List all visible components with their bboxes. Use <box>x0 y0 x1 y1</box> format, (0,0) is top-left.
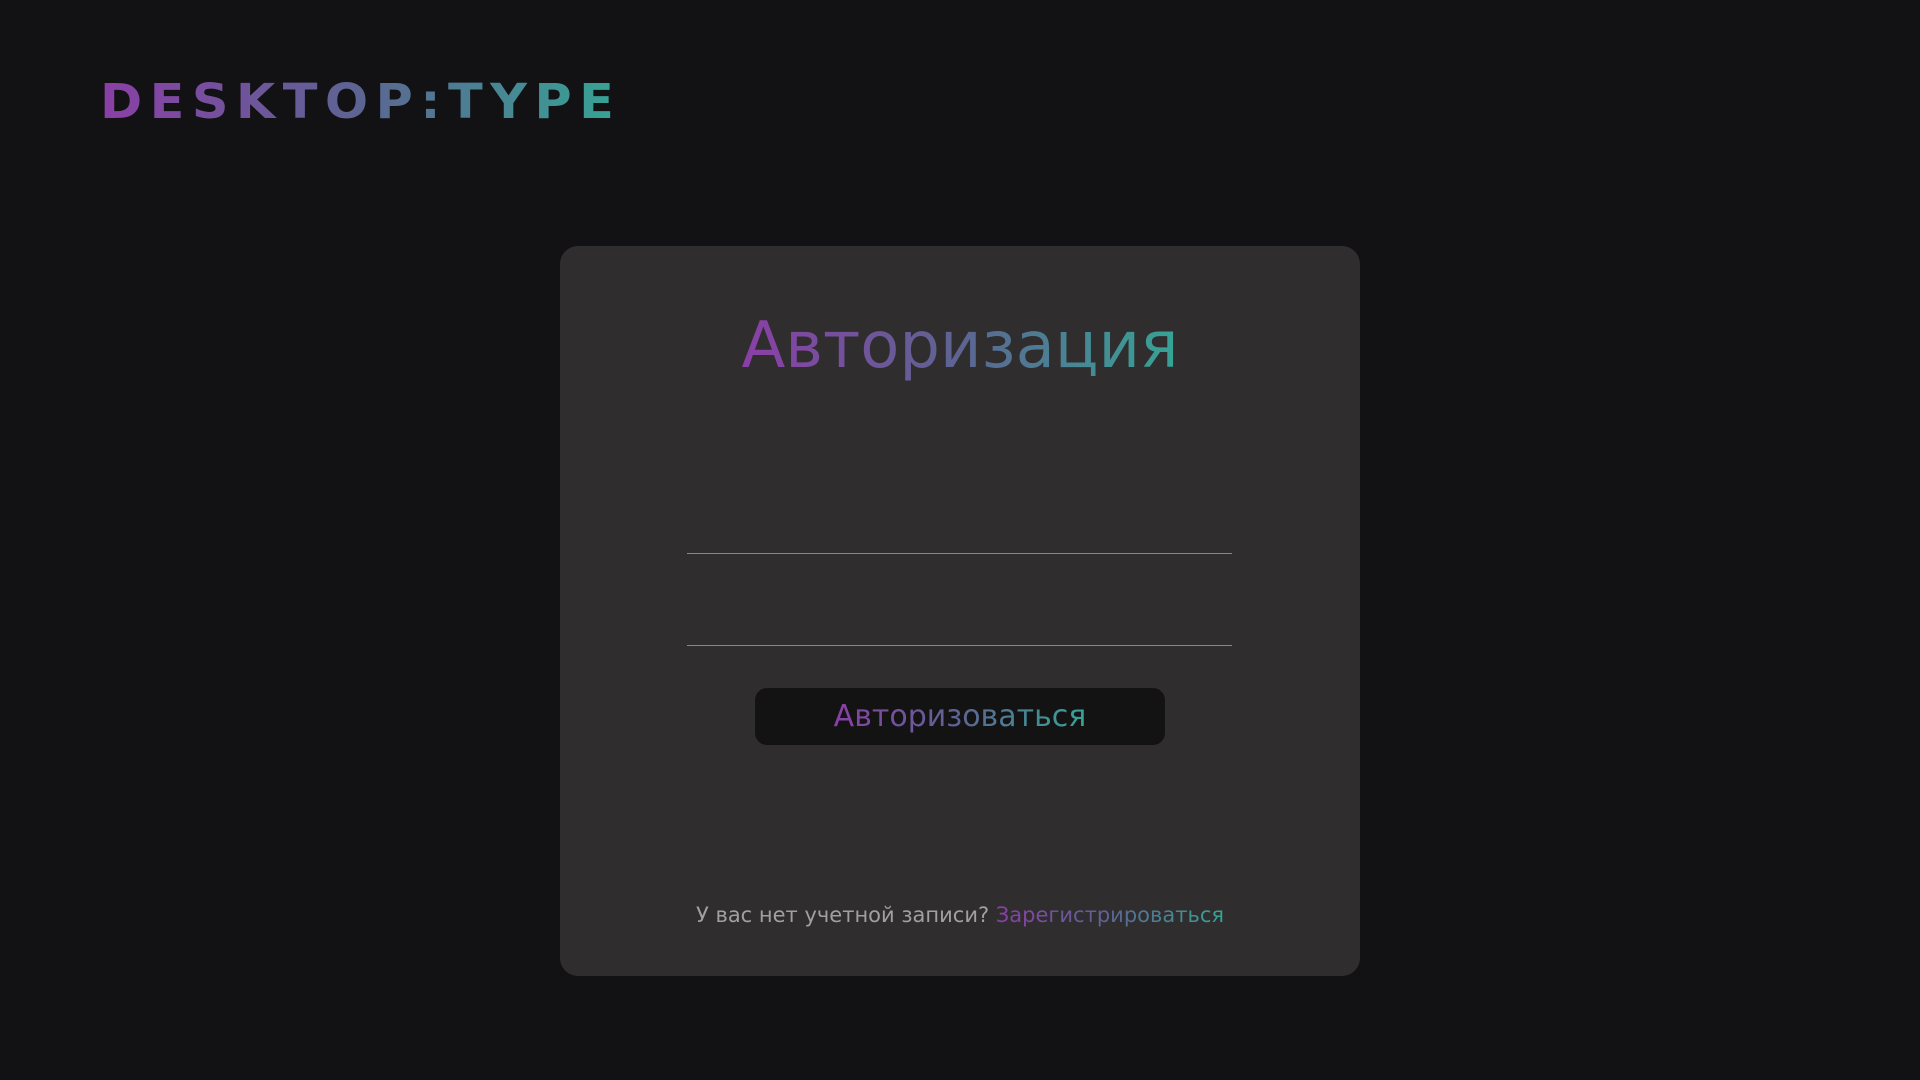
register-question: У вас нет учетной записи? <box>695 903 996 927</box>
authorize-button[interactable]: Авторизоваться <box>755 688 1165 745</box>
app-logo: DESKTOP:TYPE <box>100 74 622 130</box>
authorize-button-label: Авторизоваться <box>833 699 1087 734</box>
page-title: Авторизация <box>741 306 1178 386</box>
auth-title-wrap: Авторизация <box>560 306 1360 386</box>
password-field[interactable] <box>687 599 1232 646</box>
login-field[interactable] <box>687 507 1232 554</box>
auth-card: Авторизация Авторизоваться У вас нет уче… <box>560 246 1360 976</box>
register-prompt: У вас нет учетной записи? Зарегистрирова… <box>560 900 1360 930</box>
register-link[interactable]: Зарегистрироваться <box>996 903 1224 927</box>
